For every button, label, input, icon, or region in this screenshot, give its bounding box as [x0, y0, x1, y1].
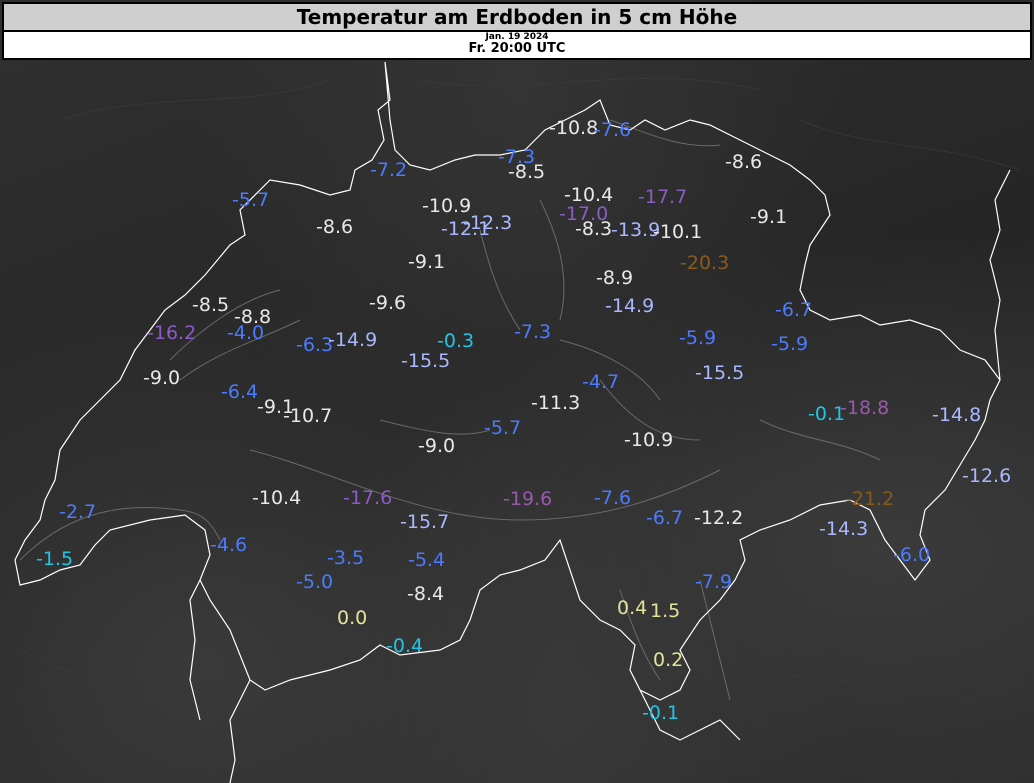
temperature-value: 0.4 — [617, 597, 648, 619]
temperature-value: -15.5 — [695, 362, 745, 384]
map-title: Temperatur am Erdboden in 5 cm Höhe — [4, 4, 1030, 32]
temperature-value: -8.9 — [596, 267, 634, 289]
temperature-value: -15.7 — [400, 511, 450, 533]
map-background — [0, 0, 1034, 783]
terrain-relief — [14, 61, 1021, 783]
temperature-value: -1.5 — [36, 548, 74, 570]
temperature-value: -12.1 — [441, 218, 491, 240]
temperature-value: -15.5 — [401, 350, 451, 372]
temperature-value: -5.0 — [296, 571, 334, 593]
temperature-value: -9.0 — [143, 367, 181, 389]
temperature-value: -12.6 — [962, 465, 1012, 487]
temperature-value: -14.8 — [932, 404, 982, 426]
temperature-value: 0.0 — [337, 607, 368, 629]
map-time: Fr. 20:00 UTC — [468, 41, 566, 56]
neighbor-border-west — [229, 679, 251, 783]
temperature-value: -14.3 — [819, 518, 869, 540]
temperature-value: -8.6 — [316, 216, 354, 238]
temperature-value: -5.4 — [408, 549, 446, 571]
temperature-value: -4.7 — [582, 371, 620, 393]
temperature-value: -5.7 — [232, 189, 270, 211]
temperature-value: -9.1 — [750, 206, 788, 228]
temperature-value: -10.9 — [624, 429, 674, 451]
temperature-value: -7.6 — [594, 487, 632, 509]
temperature-value: -8.6 — [725, 151, 763, 173]
temperature-value: 0.2 — [653, 649, 684, 671]
temperature-value: -6.7 — [775, 299, 813, 321]
temperature-value: 1.5 — [650, 600, 681, 622]
temperature-value: -9.0 — [418, 435, 456, 457]
temperature-value: -7.9 — [695, 571, 733, 593]
temperature-value: -4.6 — [210, 534, 248, 556]
temperature-value: -9.6 — [369, 292, 407, 314]
temperature-value: -7.3 — [514, 321, 552, 343]
temperature-value: -6.0 — [893, 544, 931, 566]
temperature-value: -20.3 — [680, 252, 730, 274]
temperature-value: -12.2 — [694, 507, 744, 529]
temperature-value: -5.7 — [484, 417, 522, 439]
temperature-value: -9.1 — [408, 251, 446, 273]
temperature-value: -18.8 — [840, 397, 890, 419]
temperature-value: -8.5 — [508, 161, 546, 183]
temperature-value: -6.4 — [221, 381, 259, 403]
temperature-value: -5.9 — [679, 327, 717, 349]
temperature-value: -21.2 — [845, 488, 895, 510]
neighbor-border-east — [989, 169, 1011, 381]
temperature-value: -10.4 — [564, 184, 614, 206]
neighbor-border-sw — [189, 579, 201, 721]
temperature-value: -0.4 — [386, 635, 424, 657]
temperature-value: -8.3 — [575, 218, 613, 240]
temperature-value: -16.2 — [147, 322, 197, 344]
temperature-value: -6.7 — [646, 507, 684, 529]
temperature-value: -10.4 — [252, 487, 302, 509]
temperature-value: -19.6 — [503, 488, 553, 510]
temperature-value: -3.5 — [327, 547, 365, 569]
temperature-value: -8.5 — [192, 294, 230, 316]
temperature-value: -14.9 — [605, 295, 655, 317]
temperature-value: -0.1 — [642, 702, 680, 724]
temperature-value: -0.3 — [437, 330, 475, 352]
temperature-value: -11.3 — [531, 392, 581, 414]
temperature-value: -8.4 — [407, 583, 445, 605]
temperature-value: -10.1 — [653, 221, 703, 243]
temperature-value: -7.2 — [370, 159, 408, 181]
temperature-value: -2.7 — [59, 501, 97, 523]
temperature-value: -10.7 — [283, 405, 333, 427]
temperature-value: -10.8 — [549, 117, 599, 139]
temperature-value: -5.9 — [771, 333, 809, 355]
map-header: Temperatur am Erdboden in 5 cm Höhe Jan.… — [2, 2, 1032, 60]
temperature-value: -14.9 — [328, 329, 378, 351]
temperature-value: -4.0 — [227, 322, 265, 344]
temperature-value: -17.7 — [638, 186, 688, 208]
temperature-value: -17.6 — [343, 487, 393, 509]
temperature-value: -7.6 — [594, 119, 632, 141]
